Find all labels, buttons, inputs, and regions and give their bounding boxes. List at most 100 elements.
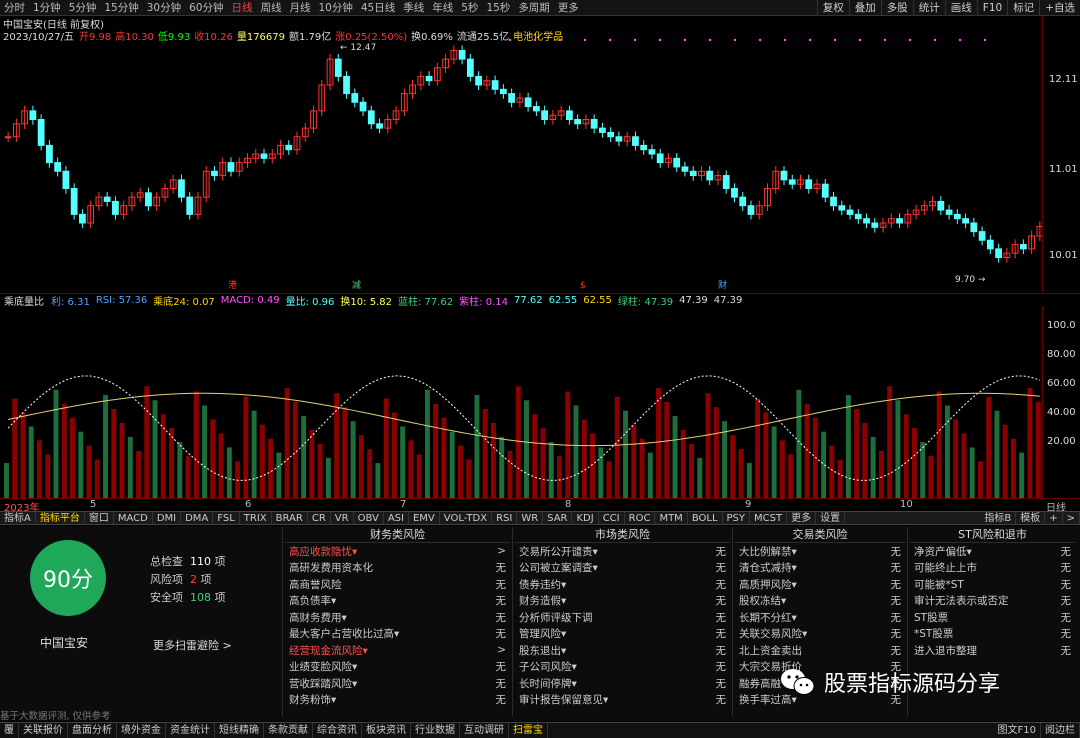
period-tab-3[interactable]: 15分钟 — [100, 0, 142, 15]
top-right-button-0[interactable]: 复权 — [816, 0, 849, 16]
risk-row[interactable]: 营收踩踏风险▾ 无 — [285, 675, 510, 692]
risk-row[interactable]: 经营现金流风险▾ > — [285, 642, 510, 659]
more-scan-link[interactable]: 更多扫雷避险 > — [153, 637, 232, 653]
risk-row[interactable]: 高负债率▾ 无 — [285, 593, 510, 610]
risk-row[interactable]: 高研发费用资本化 无 — [285, 560, 510, 577]
indicator-tab-23[interactable]: PSY — [723, 512, 751, 524]
risk-row[interactable]: 业绩变脸风险▾ 无 — [285, 659, 510, 676]
indicator-tab-13[interactable]: EMV — [409, 512, 440, 524]
period-tab-11[interactable]: 季线 — [399, 0, 428, 15]
period-tab-1[interactable]: 1分钟 — [29, 0, 65, 15]
bottom-tab-4[interactable]: 短线精确 — [215, 723, 264, 738]
risk-row[interactable]: 可能被*ST 无 — [910, 576, 1075, 593]
risk-row[interactable]: 子公司风险▾ 无 — [515, 659, 730, 676]
bottom-tab-6[interactable]: 综合资讯 — [313, 723, 362, 738]
indicator-tab-1[interactable]: 指标平台 — [36, 512, 85, 524]
tab-right-3[interactable]: > — [1063, 512, 1080, 524]
risk-row[interactable]: *ST股票 无 — [910, 626, 1075, 643]
risk-row[interactable]: 长时间停牌▾ 无 — [515, 675, 730, 692]
bottom-tab-10[interactable]: 扫雷宝 — [509, 723, 548, 738]
risk-row[interactable]: 交易所公开谴责▾ 无 — [515, 543, 730, 560]
bottom-tab-3[interactable]: 资金统计 — [166, 723, 215, 738]
risk-row[interactable]: 长期不分红▾ 无 — [735, 609, 905, 626]
risk-row[interactable]: 股东退出▾ 无 — [515, 642, 730, 659]
risk-row[interactable]: 高财务费用▾ 无 — [285, 609, 510, 626]
period-tab-7[interactable]: 周线 — [257, 0, 286, 15]
top-right-button-7[interactable]: +自选 — [1039, 0, 1080, 16]
risk-row[interactable]: 高质押风险▾ 无 — [735, 576, 905, 593]
period-tab-2[interactable]: 5分钟 — [65, 0, 101, 15]
tab-right-0[interactable]: 指标B — [980, 512, 1017, 524]
period-tab-8[interactable]: 月线 — [286, 0, 315, 15]
period-tab-0[interactable]: 分时 — [0, 0, 29, 15]
indicator-tab-9[interactable]: CR — [308, 512, 331, 524]
risk-row[interactable]: 进入退市整理 无 — [910, 642, 1075, 659]
period-tab-15[interactable]: 多周期 — [514, 0, 554, 15]
risk-row[interactable]: 公司被立案调查▾ 无 — [515, 560, 730, 577]
indicator-chart[interactable] — [0, 306, 1042, 498]
indicator-tab-4[interactable]: DMI — [153, 512, 182, 524]
risk-row[interactable]: 北上资金卖出 无 — [735, 642, 905, 659]
bottom-tab-5[interactable]: 条款贡献 — [264, 723, 313, 738]
indicator-name[interactable]: 乘底量比 — [0, 294, 48, 307]
risk-row[interactable]: ST股票 无 — [910, 609, 1075, 626]
bottom-tab-8[interactable]: 行业数据 — [411, 723, 460, 738]
event-marker[interactable]: $ — [580, 281, 586, 291]
risk-row[interactable]: 审计无法表示或否定 无 — [910, 593, 1075, 610]
tab-right-2[interactable]: + — [1045, 512, 1063, 524]
risk-row[interactable]: 可能终止上市 无 — [910, 560, 1075, 577]
top-right-button-3[interactable]: 统计 — [912, 0, 945, 16]
bottom-tab-7[interactable]: 板块资讯 — [362, 723, 411, 738]
risk-row[interactable]: 审计报告保留意见▾ 无 — [515, 692, 730, 709]
event-marker[interactable]: 港 — [228, 279, 237, 291]
bottom-left-button[interactable]: 覆 — [0, 723, 19, 738]
indicator-tab-12[interactable]: ASI — [384, 512, 409, 524]
period-tab-5[interactable]: 60分钟 — [185, 0, 227, 15]
event-marker[interactable]: 减 — [352, 279, 361, 291]
indicator-tab-5[interactable]: DMA — [181, 512, 214, 524]
indicator-tab-8[interactable]: BRAR — [272, 512, 308, 524]
risk-row[interactable]: 大比例解禁▾ 无 — [735, 543, 905, 560]
risk-row[interactable]: 净资产偏低▾ 无 — [910, 543, 1075, 560]
period-tab-4[interactable]: 30分钟 — [143, 0, 185, 15]
bottom-right-button-1[interactable]: 阅边栏 — [1041, 723, 1080, 738]
indicator-tab-16[interactable]: WR — [517, 512, 544, 524]
risk-row[interactable]: 管理风险▾ 无 — [515, 626, 730, 643]
top-right-button-4[interactable]: 画线 — [944, 0, 977, 16]
event-marker[interactable]: 财 — [718, 279, 727, 291]
period-tab-16[interactable]: 更多 — [554, 0, 583, 15]
period-tab-13[interactable]: 5秒 — [457, 0, 482, 15]
indicator-tab-3[interactable]: MACD — [114, 512, 153, 524]
indicator-tab-25[interactable]: 更多 — [787, 512, 817, 524]
period-tab-14[interactable]: 15秒 — [482, 0, 514, 15]
indicator-tab-6[interactable]: FSL — [213, 512, 240, 524]
indicator-tab-0[interactable]: 指标A — [0, 512, 36, 524]
risk-row[interactable]: 分析师评级下调 无 — [515, 609, 730, 626]
indicator-tab-2[interactable]: 窗口 — [85, 512, 114, 524]
top-right-button-5[interactable]: F10 — [976, 0, 1007, 16]
period-tab-6[interactable]: 日线 — [228, 0, 257, 15]
risk-row[interactable]: 股权冻结▾ 无 — [735, 593, 905, 610]
risk-row[interactable]: 最大客户占营收比过高▾ 无 — [285, 626, 510, 643]
risk-row[interactable]: 关联交易风险▾ 无 — [735, 626, 905, 643]
indicator-tab-18[interactable]: KDJ — [572, 512, 599, 524]
risk-row[interactable]: 清仓式减持▾ 无 — [735, 560, 905, 577]
indicator-tab-10[interactable]: VR — [331, 512, 354, 524]
indicator-tab-14[interactable]: VOL-TDX — [440, 512, 493, 524]
top-right-button-1[interactable]: 叠加 — [848, 0, 881, 16]
bottom-right-button-0[interactable]: 图文F10 — [994, 723, 1041, 738]
bottom-tab-2[interactable]: 境外资金 — [117, 723, 166, 738]
risk-row[interactable]: 债券违约▾ 无 — [515, 576, 730, 593]
indicator-tab-24[interactable]: MCST — [750, 512, 788, 524]
indicator-tab-26[interactable]: 设置 — [816, 512, 846, 524]
top-right-button-6[interactable]: 标记 — [1007, 0, 1039, 16]
period-tab-12[interactable]: 年线 — [428, 0, 457, 15]
risk-row[interactable]: 高应收款隐忧▾ > — [285, 543, 510, 560]
indicator-tab-7[interactable]: TRIX — [240, 512, 272, 524]
indicator-tab-19[interactable]: CCI — [599, 512, 625, 524]
risk-row[interactable]: 高商誉风险 无 — [285, 576, 510, 593]
period-tab-10[interactable]: 45日线 — [357, 0, 399, 15]
bottom-tab-0[interactable]: 关联报价 — [19, 723, 68, 738]
indicator-tab-21[interactable]: MTM — [655, 512, 688, 524]
indicator-tab-22[interactable]: BOLL — [688, 512, 723, 524]
